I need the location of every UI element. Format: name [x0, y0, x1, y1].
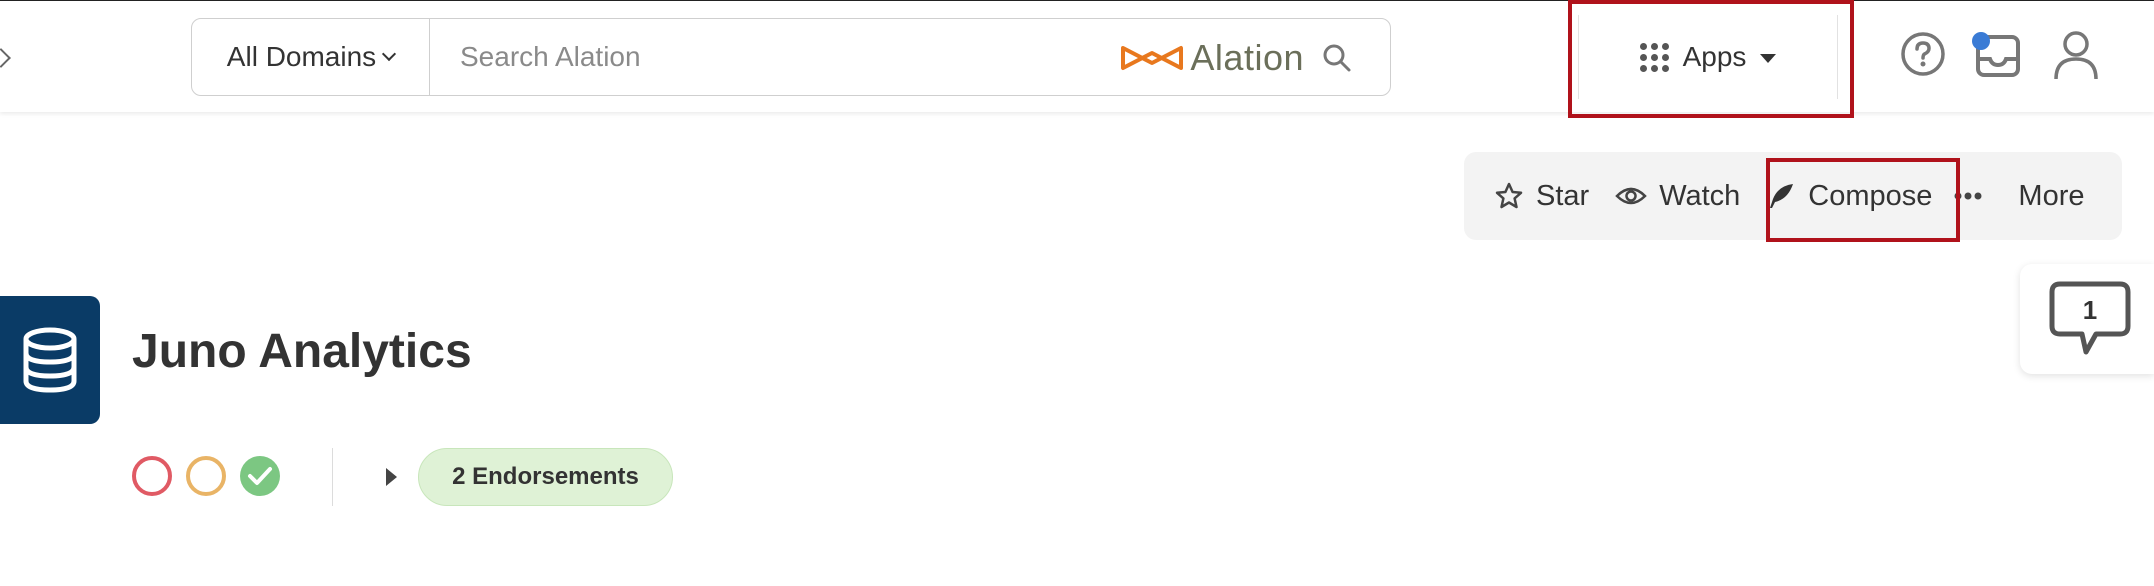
- endorsed-check-icon[interactable]: [240, 456, 280, 496]
- page-title: Juno Analytics: [132, 325, 472, 378]
- watch-label: Watch: [1659, 179, 1741, 212]
- comment-icon: 1: [2049, 281, 2131, 355]
- endorsements-badge[interactable]: 2 Endorsements: [418, 448, 673, 506]
- search-icon[interactable]: [1322, 43, 1352, 73]
- feedback-button[interactable]: 1: [2020, 264, 2154, 374]
- chevron-down-icon: [382, 46, 397, 62]
- database-icon: [23, 327, 77, 393]
- feedback-count: 1: [2083, 295, 2097, 325]
- star-icon: [1495, 182, 1523, 209]
- domain-dropdown-label: All Domains: [226, 41, 377, 72]
- alation-logo-icon: [1121, 46, 1184, 70]
- caret-right-icon[interactable]: [386, 468, 397, 486]
- help-icon[interactable]: [1900, 31, 1946, 77]
- database-badge: [0, 296, 100, 424]
- more-label: More: [2018, 179, 2085, 212]
- endorsements-label: 2 Endorsements: [452, 463, 639, 490]
- page: All Domains Alation: [0, 0, 2154, 586]
- compose-highlight-box: [1766, 158, 1960, 242]
- search-input-wrapper: Alation: [430, 19, 1390, 95]
- alation-logo: Alation: [1120, 37, 1304, 79]
- user-icon[interactable]: [2052, 29, 2100, 81]
- star-button[interactable]: Star: [1494, 152, 1589, 240]
- star-label: Star: [1536, 179, 1590, 212]
- apps-highlight-box: [1568, 0, 1854, 118]
- trust-status-row: [132, 456, 294, 496]
- search-bar: All Domains Alation: [191, 18, 1391, 96]
- domain-dropdown[interactable]: All Domains: [192, 19, 430, 95]
- warning-status-icon[interactable]: [186, 456, 226, 496]
- chevron-left-icon[interactable]: [0, 48, 11, 68]
- more-button[interactable]: More: [1954, 152, 2085, 240]
- watch-button[interactable]: Watch: [1615, 152, 1740, 240]
- eye-icon: [1615, 187, 1647, 205]
- deprecation-status-icon[interactable]: [132, 456, 172, 496]
- brand-name: Alation: [1190, 37, 1304, 78]
- inbox-icon[interactable]: [1968, 29, 2024, 79]
- search-input[interactable]: [460, 33, 1100, 81]
- divider: [332, 448, 333, 506]
